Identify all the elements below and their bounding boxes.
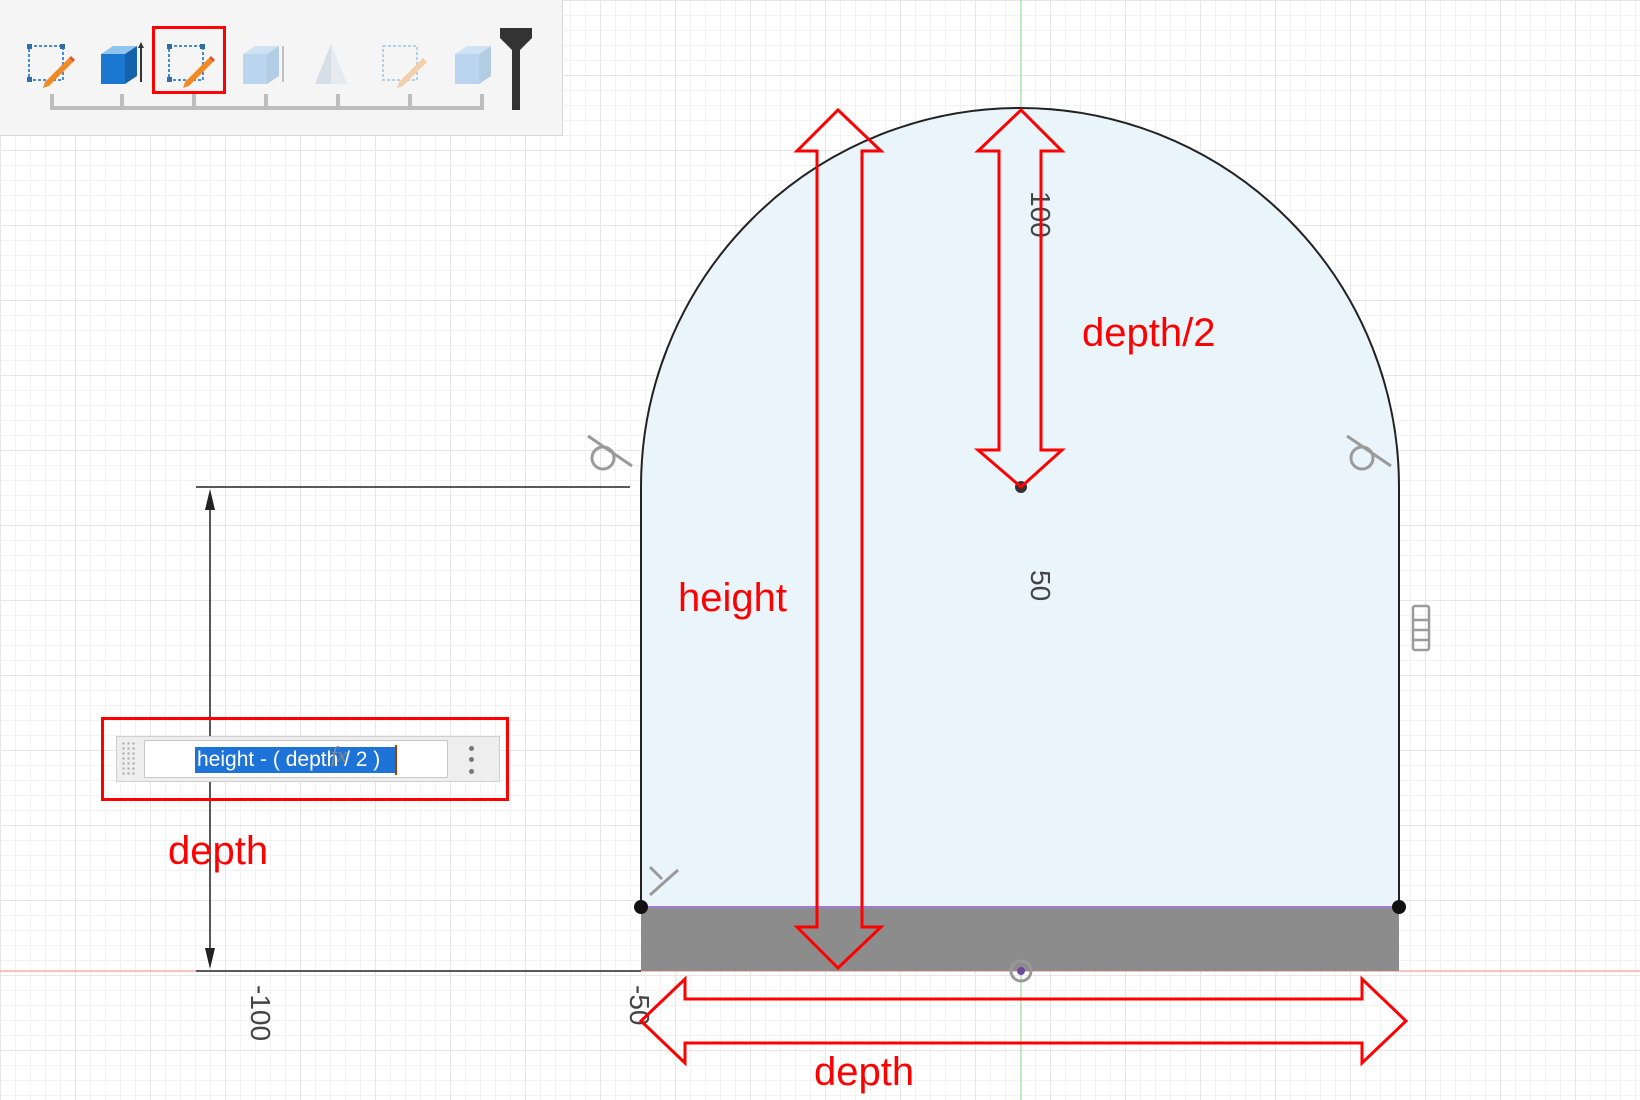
annotation-depth-bottom: depth bbox=[814, 1050, 915, 1094]
dimension-arrow-down bbox=[205, 948, 215, 969]
timeline-marker-icon[interactable] bbox=[496, 26, 536, 114]
active-tool-highlight bbox=[152, 26, 226, 94]
annotation-height: height bbox=[678, 576, 787, 620]
extrude-cube-icon bbox=[455, 46, 491, 84]
sketch-pencil-icon bbox=[382, 45, 427, 88]
origin-center bbox=[1017, 967, 1025, 975]
revolve-icon bbox=[315, 44, 347, 84]
x-tick-label: -100 bbox=[245, 985, 276, 1041]
extrude-disabled-button[interactable] bbox=[233, 36, 289, 92]
dimension-arrow-up bbox=[205, 489, 215, 510]
annotation-depth-half: depth/2 bbox=[1082, 311, 1216, 355]
vertical-constraint-icon[interactable] bbox=[1411, 604, 1431, 652]
y-tick-label: 50 bbox=[1025, 570, 1056, 601]
tangent-constraint-icon-left[interactable] bbox=[587, 434, 633, 471]
depth-double-arrow-icon bbox=[638, 975, 1409, 1067]
more-options-icon[interactable] bbox=[459, 743, 483, 777]
extrude-cube-icon bbox=[243, 46, 284, 84]
x-axis-ticks: -250-200-150-100-50 bbox=[245, 985, 655, 1041]
drag-grip-icon[interactable] bbox=[121, 741, 135, 777]
sketch-point-bottom-right[interactable] bbox=[1392, 900, 1406, 914]
extrude-button[interactable] bbox=[91, 36, 147, 92]
text-caret bbox=[395, 745, 397, 775]
annotation-depth-left: depth bbox=[168, 829, 269, 873]
dimension-expression-widget: height - ( depth / 2 ) fx bbox=[116, 736, 500, 782]
revolve-disabled-button[interactable] bbox=[305, 36, 361, 92]
x-tick-label: -50 bbox=[624, 985, 655, 1025]
timeline-rail bbox=[50, 94, 484, 110]
sketch-disabled-button[interactable] bbox=[375, 36, 431, 92]
extrude-disabled-2-button[interactable] bbox=[445, 36, 501, 92]
design-toolbar bbox=[0, 0, 563, 136]
sketch-pencil-icon bbox=[27, 44, 75, 88]
profile-fill[interactable] bbox=[641, 108, 1399, 907]
extrude-cube-icon bbox=[101, 42, 144, 84]
dimension-expression-input[interactable] bbox=[144, 740, 448, 778]
sketch-drawing[interactable]: -250-200-150-100-50 25020015010050 bbox=[0, 0, 1640, 1100]
create-sketch-button[interactable] bbox=[21, 36, 77, 92]
sketch-point-bottom-left[interactable] bbox=[634, 900, 648, 914]
